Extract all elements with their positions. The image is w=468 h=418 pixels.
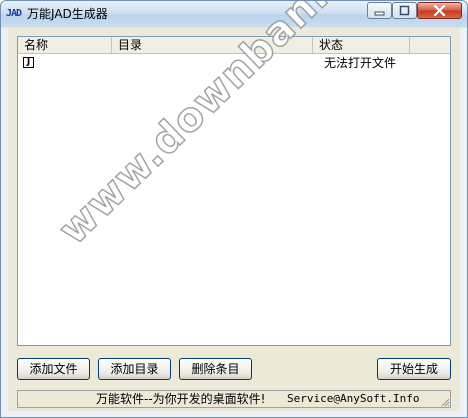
close-button[interactable]	[417, 2, 462, 19]
java-file-icon: J	[23, 57, 34, 68]
minimize-button[interactable]	[367, 2, 392, 19]
status-bar: 万能软件--为你开发的桌面软件! Service@AnySoft.Info	[17, 390, 451, 408]
maximize-button[interactable]	[392, 2, 417, 19]
window-title: 万能JAD生成器	[27, 7, 108, 21]
maximize-icon	[399, 5, 410, 16]
app-window: JAD 万能JAD生成器 名称 目录 状态 J 无法打开文件 添加文件 添加目录…	[0, 0, 468, 418]
jad-app-icon: JAD	[6, 8, 22, 19]
add-file-button[interactable]: 添加文件	[17, 358, 90, 380]
add-directory-button[interactable]: 添加目录	[98, 358, 171, 380]
dialog-body: 名称 目录 状态 J 无法打开文件 www.downbank.cn 添加文件 添…	[8, 1, 460, 411]
column-header-status[interactable]: 状态	[313, 37, 410, 54]
close-icon	[433, 4, 446, 17]
column-header-name[interactable]: 名称	[18, 37, 112, 54]
column-header-filler	[410, 37, 450, 54]
list-item-status: 无法打开文件	[324, 56, 397, 70]
status-text: 万能软件--为你开发的桌面软件!	[96, 392, 266, 406]
title-bar[interactable]: JAD 万能JAD生成器	[1, 1, 467, 27]
status-email: Service@AnySoft.Info	[287, 392, 420, 405]
minimize-icon	[374, 11, 385, 16]
delete-item-button[interactable]: 删除条目	[179, 358, 252, 380]
resize-grip-icon[interactable]	[440, 397, 450, 407]
start-generate-button[interactable]: 开始生成	[377, 358, 451, 380]
